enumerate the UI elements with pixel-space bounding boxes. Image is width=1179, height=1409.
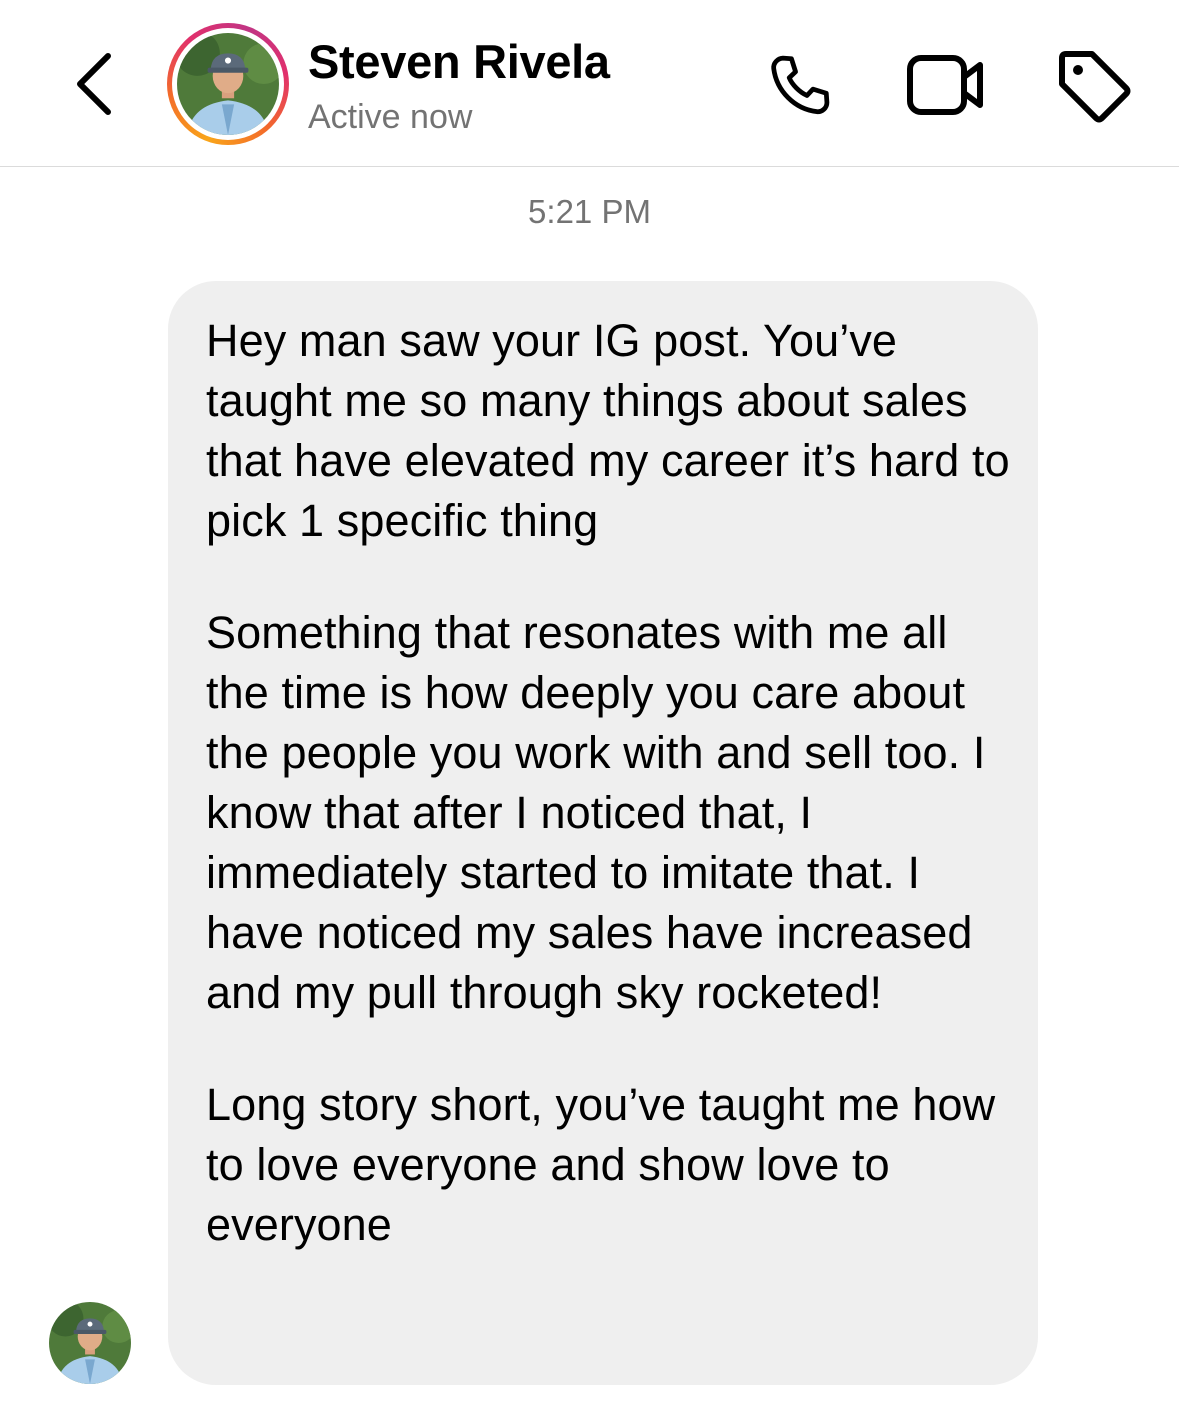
back-button[interactable]: [62, 46, 128, 122]
message-paragraph: Hey man saw your IG post. You’ve taught …: [206, 315, 1010, 546]
message-timestamp: 5:21 PM: [528, 193, 651, 230]
audio-call-button[interactable]: [760, 48, 840, 124]
tag-button[interactable]: [1054, 48, 1134, 124]
chevron-left-icon: [77, 53, 111, 115]
received-message-bubble[interactable]: Hey man saw your IG post. You’ve taught …: [168, 281, 1038, 1385]
message-paragraph: Something that resonates with me all the…: [206, 607, 986, 1018]
chat-header: Steven Rivela Active now: [0, 0, 1179, 167]
avatar-photo: [177, 33, 279, 135]
message-paragraph: Long story short, you’ve taught me how t…: [206, 1079, 996, 1250]
sender-avatar[interactable]: [49, 1302, 131, 1384]
contact-status: Active now: [308, 98, 473, 136]
video-camera-icon: [907, 55, 983, 115]
phone-icon: [771, 55, 830, 115]
tag-icon: [1059, 51, 1131, 123]
contact-avatar[interactable]: [167, 23, 289, 145]
contact-name[interactable]: Steven Rivela: [308, 34, 610, 89]
video-call-button[interactable]: [904, 50, 988, 120]
